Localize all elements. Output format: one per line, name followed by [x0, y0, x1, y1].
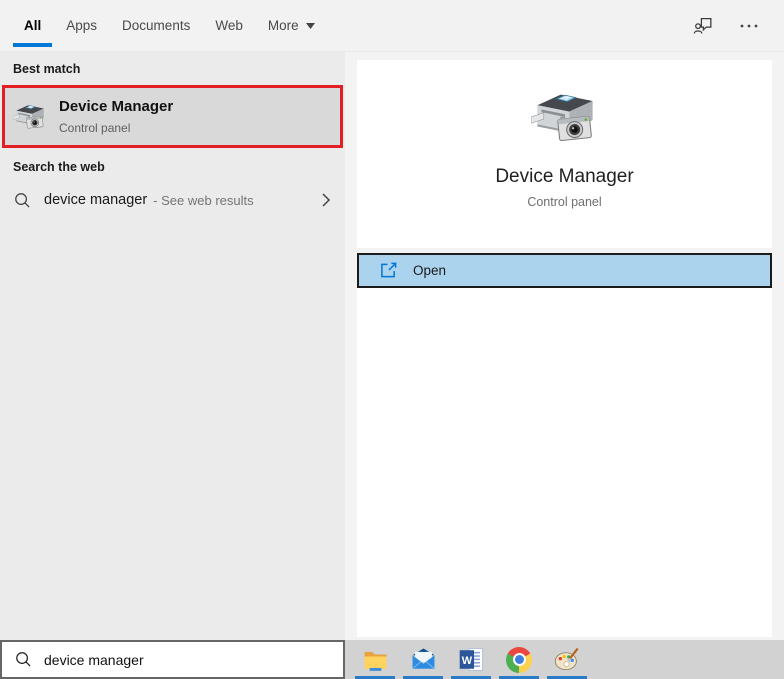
search-icon [14, 192, 31, 209]
taskbar-word[interactable]: W [447, 640, 495, 679]
taskbar-file-explorer[interactable] [351, 640, 399, 679]
feedback-icon[interactable] [692, 15, 714, 37]
preview-subtitle: Control panel [527, 195, 601, 209]
preview-header: Device Manager Control panel [357, 60, 772, 248]
best-match-text: Device Manager Control panel [59, 98, 173, 135]
web-result-device-manager[interactable]: device manager - See web results [0, 180, 345, 220]
topbar-right-icons [692, 0, 784, 51]
taskbar-chrome[interactable] [495, 640, 543, 679]
device-manager-icon [531, 84, 599, 152]
search-flyout: All Apps Documents Web More Best match [0, 0, 784, 679]
chevron-right-icon [321, 192, 331, 208]
chrome-icon [506, 647, 532, 673]
taskbar: W [0, 640, 784, 679]
ellipsis-icon[interactable] [738, 15, 760, 37]
tab-apps-label: Apps [66, 18, 97, 33]
tab-all[interactable]: All [13, 0, 52, 51]
tab-all-label: All [24, 18, 41, 33]
best-match-heading: Best match [0, 52, 345, 76]
preview-title: Device Manager [495, 166, 633, 188]
paint-icon [554, 646, 581, 673]
tab-documents-label: Documents [122, 18, 190, 33]
word-letter: W [461, 655, 472, 667]
word-icon: W [458, 646, 485, 673]
open-external-icon [380, 262, 397, 279]
search-icon [15, 651, 32, 668]
search-the-web-heading: Search the web [0, 148, 345, 174]
tab-documents[interactable]: Documents [111, 0, 201, 51]
preview-body [357, 288, 772, 637]
device-manager-icon [13, 100, 47, 134]
search-input[interactable] [44, 652, 304, 668]
tab-web-label: Web [215, 18, 243, 33]
tab-web[interactable]: Web [204, 0, 254, 51]
best-match-title: Device Manager [59, 98, 173, 116]
web-result-query: device manager [44, 192, 147, 208]
preview-panel: Device Manager Control panel Open [345, 52, 784, 640]
chevron-down-icon [306, 23, 315, 29]
tab-more[interactable]: More [257, 0, 326, 51]
search-filter-tabs: All Apps Documents Web More [0, 0, 784, 52]
open-action[interactable]: Open [357, 253, 772, 288]
results-panel: Best match [0, 52, 345, 640]
file-explorer-icon [362, 646, 389, 673]
best-match-result-device-manager[interactable]: Device Manager Control panel [2, 85, 343, 148]
tab-more-label: More [268, 18, 299, 33]
taskbar-app-icons: W [351, 640, 591, 679]
open-action-label: Open [413, 263, 446, 278]
mail-icon [410, 646, 437, 673]
taskbar-mail[interactable] [399, 640, 447, 679]
best-match-subtitle: Control panel [59, 121, 173, 135]
web-result-suffix: - See web results [153, 193, 253, 208]
tab-apps[interactable]: Apps [55, 0, 108, 51]
taskbar-search-box[interactable] [0, 640, 345, 679]
taskbar-paint[interactable] [543, 640, 591, 679]
